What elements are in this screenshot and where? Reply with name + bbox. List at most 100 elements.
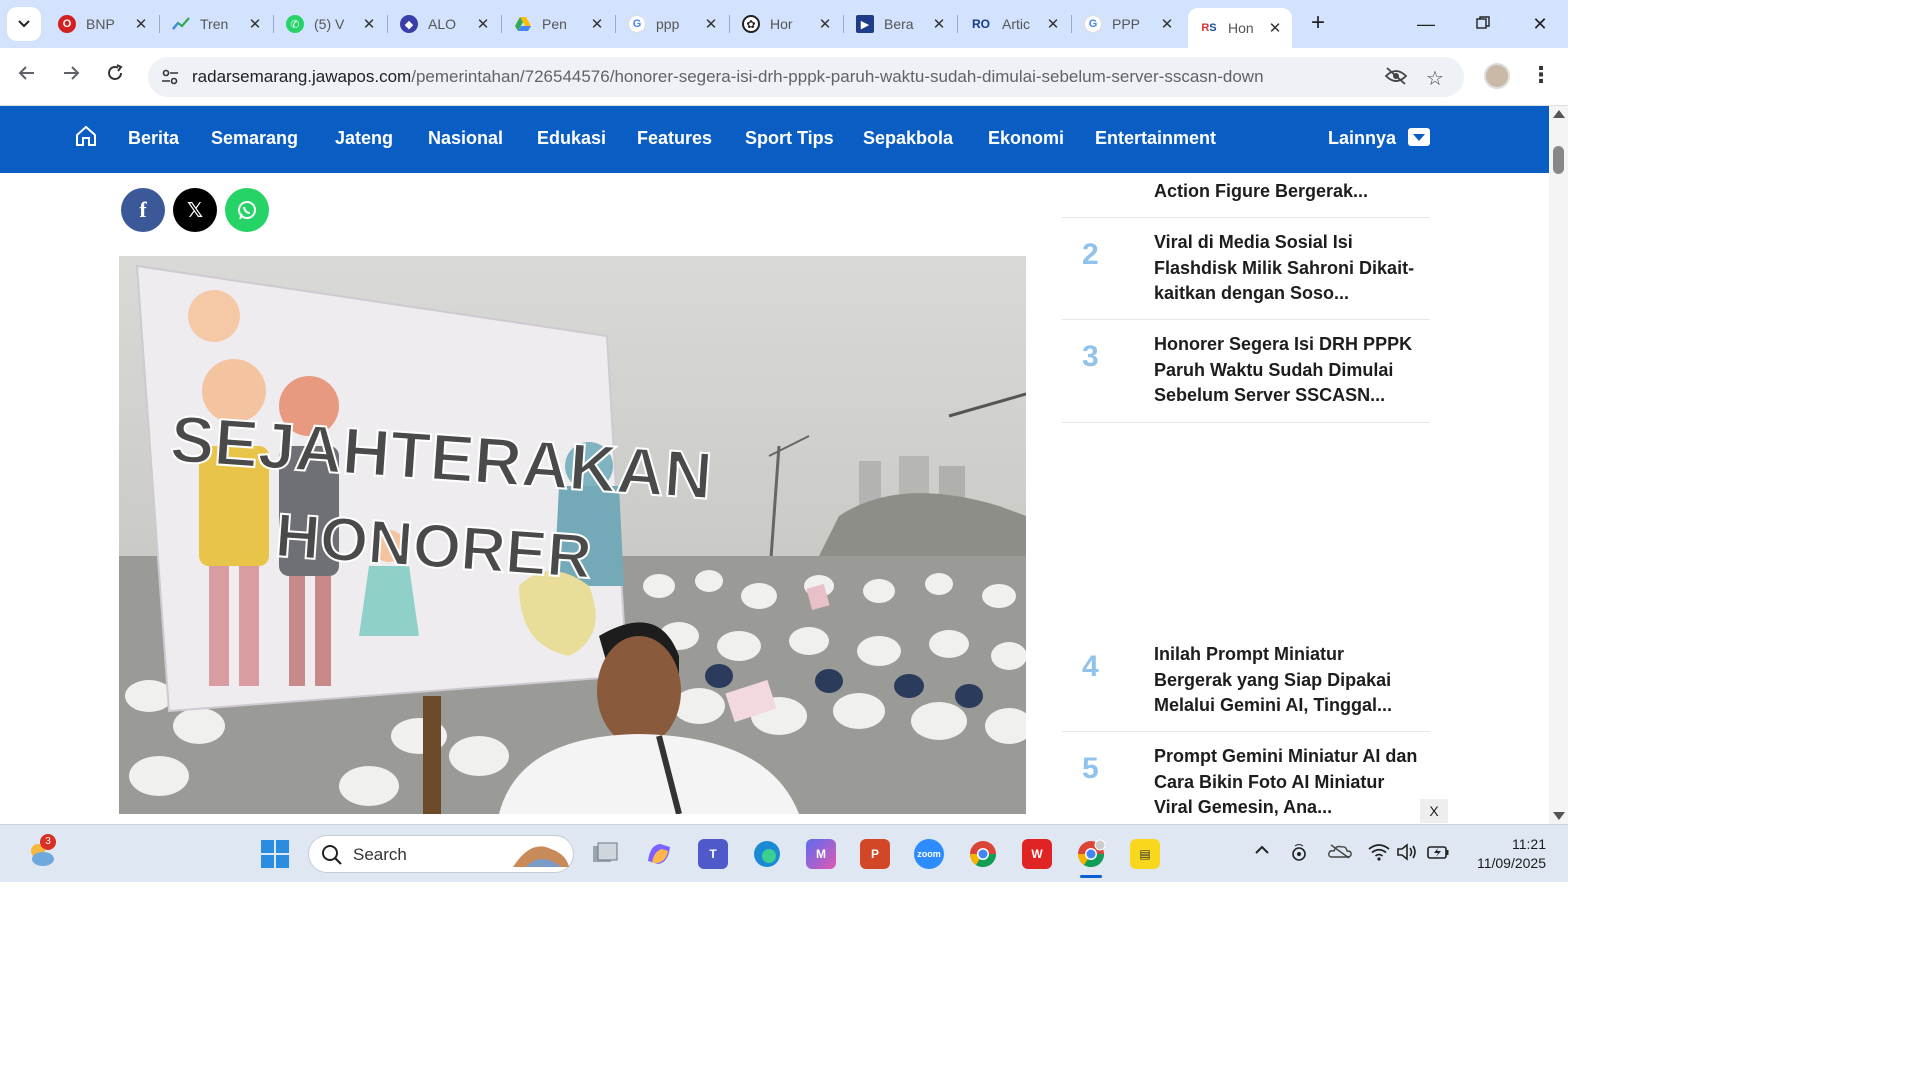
chrome-profile-icon[interactable] — [1076, 839, 1106, 869]
trending-item[interactable]: 3 Honorer Segera Isi DRH PPPK Paruh Wakt… — [1062, 320, 1430, 423]
page-scrollbar[interactable] — [1549, 106, 1568, 824]
back-button[interactable] — [12, 62, 42, 92]
trending-item-title[interactable]: Inilah Prompt Miniatur Bergerak yang Sia… — [1154, 642, 1420, 719]
trending-item[interactable]: 2 Viral di Media Sosial Isi Flashdisk Mi… — [1062, 218, 1430, 320]
copilot-icon[interactable] — [644, 839, 674, 869]
nav-nasional[interactable]: Nasional — [428, 128, 503, 149]
share-whatsapp-button[interactable] — [225, 188, 269, 232]
close-tab-icon[interactable]: ✕ — [132, 15, 150, 33]
wps-icon[interactable]: W — [1022, 839, 1052, 869]
windows-taskbar: 3 Search T M P zoom W ▤ 11:21 11/09/2025 — [0, 824, 1568, 882]
browser-tab-active[interactable]: RS Hon ✕ — [1188, 8, 1292, 48]
close-tab-icon[interactable]: ✕ — [930, 15, 948, 33]
clock-date: 11/09/2025 — [1476, 855, 1546, 871]
caret-down-icon[interactable] — [1408, 128, 1430, 146]
browser-tab[interactable]: ▶ Bera ✕ — [844, 8, 956, 40]
close-tab-icon[interactable]: ✕ — [1158, 15, 1176, 33]
eye-off-icon[interactable] — [1384, 66, 1408, 92]
edge-icon[interactable] — [752, 839, 782, 869]
taskbar-search-box[interactable]: Search — [308, 835, 574, 873]
browser-tab[interactable]: G ppp ✕ — [616, 8, 728, 40]
nav-jateng[interactable]: Jateng — [335, 128, 393, 149]
powerpoint-icon[interactable]: P — [860, 839, 890, 869]
facebook-icon: f — [139, 197, 147, 222]
opera-icon: O — [58, 15, 76, 33]
m365-icon[interactable]: M — [806, 839, 836, 869]
nav-sport-tips[interactable]: Sport Tips — [745, 128, 834, 149]
google-icon: G — [628, 15, 646, 33]
nav-berita[interactable]: Berita — [128, 128, 179, 149]
browser-tab[interactable]: G PPP ✕ — [1072, 8, 1184, 40]
nav-semarang[interactable]: Semarang — [211, 128, 298, 149]
nav-lainnya[interactable]: Lainnya — [1328, 128, 1396, 149]
close-tab-icon[interactable]: ✕ — [1266, 19, 1284, 37]
minimize-button[interactable]: — — [1406, 10, 1446, 38]
trending-item[interactable]: Action Figure Bergerak... — [1062, 173, 1430, 218]
profile-avatar[interactable] — [1484, 63, 1510, 89]
location-icon[interactable] — [1290, 843, 1308, 868]
nav-sepakbola[interactable]: Sepakbola — [863, 128, 953, 149]
forward-button[interactable] — [56, 62, 86, 92]
close-tab-icon[interactable]: ✕ — [1044, 15, 1062, 33]
task-view-icon[interactable] — [590, 839, 620, 869]
wifi-icon[interactable] — [1368, 843, 1390, 866]
battery-icon[interactable] — [1426, 843, 1450, 866]
trending-item-title[interactable]: Honorer Segera Isi DRH PPPK Paruh Waktu … — [1154, 332, 1420, 409]
browser-tab[interactable]: ✆ (5) V ✕ — [274, 8, 386, 40]
close-window-button[interactable]: ✕ — [1520, 10, 1560, 38]
nav-entertainment[interactable]: Entertainment — [1095, 128, 1216, 149]
close-tab-icon[interactable]: ✕ — [702, 15, 720, 33]
browser-tab[interactable]: Pen ✕ — [502, 8, 614, 40]
home-icon[interactable] — [74, 124, 98, 148]
onedrive-icon[interactable] — [1328, 843, 1352, 864]
whatsapp-icon: ✆ — [286, 15, 304, 33]
restore-button[interactable] — [1463, 10, 1503, 38]
trending-item-title[interactable]: Viral di Media Sosial Isi Flashdisk Mili… — [1154, 230, 1420, 307]
close-tab-icon[interactable]: ✕ — [588, 15, 606, 33]
scroll-thumb[interactable] — [1553, 146, 1564, 174]
teams-icon[interactable]: T — [698, 839, 728, 869]
reload-button[interactable] — [100, 62, 130, 92]
share-x-button[interactable]: 𝕏 — [173, 188, 217, 232]
trending-item[interactable]: 5 Prompt Gemini Miniatur AI dan Cara Bik… — [1062, 732, 1430, 824]
sticky-notes-icon[interactable]: ▤ — [1130, 839, 1160, 869]
share-facebook-button[interactable]: f — [121, 188, 165, 232]
taskbar-clock[interactable]: 11:21 11/09/2025 — [1462, 835, 1546, 873]
address-bar[interactable]: radarsemarang.jawapos.com/pemerintahan/7… — [148, 57, 1464, 97]
bookmark-star-icon[interactable]: ☆ — [1426, 66, 1444, 91]
url-domain: radarsemarang.jawapos.com — [192, 67, 412, 86]
nav-ekonomi[interactable]: Ekonomi — [988, 128, 1064, 149]
browser-tab[interactable]: ✿ Hor ✕ — [730, 8, 842, 40]
browser-menu-icon[interactable]: ⋮ — [1530, 62, 1552, 88]
close-tab-icon[interactable]: ✕ — [360, 15, 378, 33]
new-tab-button[interactable]: + — [1304, 10, 1332, 38]
ad-close-button[interactable]: X — [1420, 799, 1448, 823]
zoom-icon[interactable]: zoom — [914, 839, 944, 869]
rs-icon: RS — [1201, 22, 1217, 34]
trending-item-title[interactable]: Prompt Gemini Miniatur AI dan Cara Bikin… — [1154, 744, 1420, 821]
chevron-up-icon[interactable] — [1254, 843, 1270, 862]
tab-search-button[interactable] — [7, 7, 41, 41]
scroll-up-arrow[interactable] — [1553, 110, 1565, 118]
close-tab-icon[interactable]: ✕ — [246, 15, 264, 33]
site-info-icon[interactable] — [160, 67, 180, 87]
browser-toolbar: radarsemarang.jawapos.com/pemerintahan/7… — [0, 48, 1568, 106]
start-button[interactable] — [260, 839, 290, 869]
close-tab-icon[interactable]: ✕ — [474, 15, 492, 33]
nav-edukasi[interactable]: Edukasi — [537, 128, 606, 149]
volume-icon[interactable] — [1396, 843, 1418, 866]
browser-tab[interactable]: O BNP ✕ — [46, 8, 158, 40]
browser-tab[interactable]: RO Artic ✕ — [958, 8, 1070, 40]
tab-title: Pen — [542, 16, 567, 32]
browser-tab[interactable]: Tren ✕ — [160, 8, 272, 40]
tab-title: Bera — [884, 16, 914, 32]
scroll-down-arrow[interactable] — [1553, 812, 1565, 820]
close-tab-icon[interactable]: ✕ — [816, 15, 834, 33]
nav-features[interactable]: Features — [637, 128, 712, 149]
browser-tab[interactable]: ◆ ALO ✕ — [388, 8, 500, 40]
chrome-icon[interactable] — [968, 839, 998, 869]
trending-item[interactable]: 4 Inilah Prompt Miniatur Bergerak yang S… — [1062, 630, 1430, 732]
weather-notification-badge: 3 — [40, 834, 56, 850]
tab-title: Tren — [200, 16, 229, 32]
trending-item-title[interactable]: Action Figure Bergerak... — [1154, 179, 1420, 205]
